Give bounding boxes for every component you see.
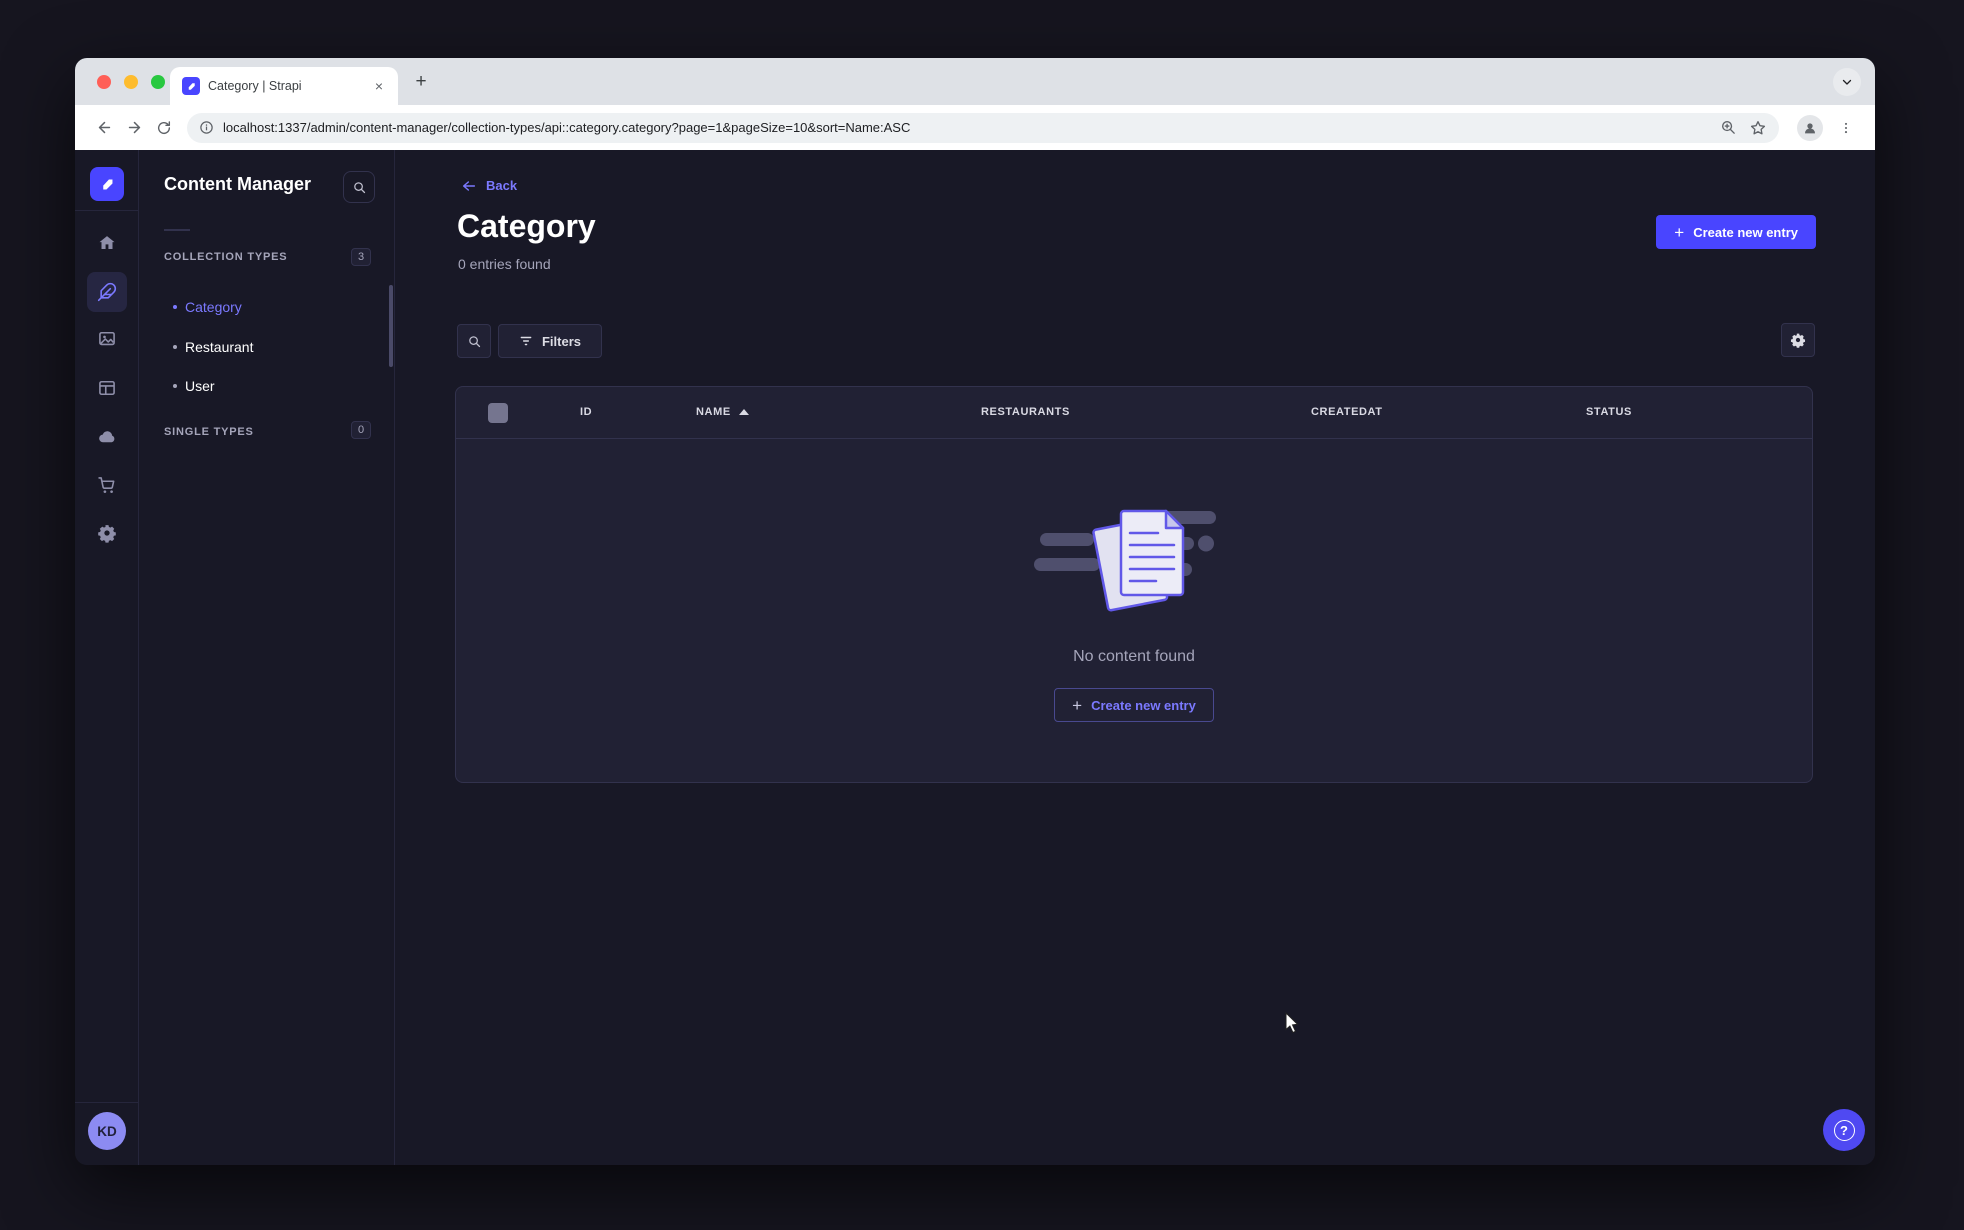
table-settings-button[interactable] — [1781, 323, 1815, 357]
minimize-window-button[interactable] — [124, 75, 138, 89]
bullet-icon — [173, 305, 177, 309]
close-window-button[interactable] — [97, 75, 111, 89]
single-types-label: SINGLE TYPES — [164, 426, 254, 438]
new-tab-button[interactable]: + — [408, 69, 434, 95]
empty-create-label: Create new entry — [1091, 697, 1196, 713]
content-manager-panel: Content Manager COLLECTION TYPES 3 Categ… — [139, 150, 395, 1165]
url-bar[interactable]: localhost:1337/admin/content-manager/col… — [187, 112, 1779, 143]
sidebar-item-content-type-builder[interactable] — [87, 368, 127, 408]
table-header-row: ID NAME RESTAURANTS CREATEDAT STATUS — [456, 387, 1812, 439]
traffic-lights — [97, 75, 165, 89]
filters-label: Filters — [541, 333, 581, 349]
column-header-restaurants[interactable]: RESTAURANTS — [981, 406, 1070, 418]
home-icon — [99, 236, 115, 249]
empty-state: No content found + Create new entry — [456, 439, 1812, 782]
back-arrow-icon — [462, 180, 476, 191]
sidebar-item-settings[interactable] — [87, 513, 127, 553]
back-label: Back — [486, 178, 518, 193]
search-icon — [468, 335, 480, 347]
nav-item-label: User — [185, 378, 215, 394]
panel-title: Content Manager — [164, 174, 312, 194]
select-all-checkbox[interactable] — [488, 403, 508, 423]
site-info-icon[interactable] — [199, 120, 214, 135]
help-button[interactable]: ? — [1823, 1109, 1865, 1151]
panel-scrollbar[interactable] — [389, 285, 393, 367]
url-text[interactable]: localhost:1337/admin/content-manager/col… — [223, 120, 1708, 135]
sidebar-item-home[interactable] — [87, 223, 127, 263]
sidebar-item-marketplace[interactable] — [87, 465, 127, 505]
bullet-icon — [173, 384, 177, 388]
panel-search-button[interactable] — [343, 171, 375, 203]
sidebar-item-content-manager[interactable] — [87, 272, 127, 312]
search-entries-button[interactable] — [457, 324, 491, 358]
single-types-count-badge: 0 — [351, 421, 371, 439]
page-title: Category — [457, 208, 596, 244]
browser-profile-icon[interactable] — [1797, 114, 1823, 141]
user-avatar[interactable]: KD — [88, 1112, 126, 1150]
browser-window: Category | Strapi × + localhost:1337/adm… — [75, 58, 1875, 1165]
create-new-entry-label: Create new entry — [1693, 224, 1798, 240]
tab-search-button[interactable] — [1833, 68, 1861, 96]
column-header-status[interactable]: STATUS — [1586, 406, 1632, 418]
nav-item-label: Restaurant — [185, 339, 254, 355]
settings-gear-icon — [98, 525, 116, 543]
column-header-name[interactable]: NAME — [696, 406, 749, 418]
maximize-window-button[interactable] — [151, 75, 165, 89]
plus-icon: + — [1674, 222, 1685, 242]
marketplace-cart-icon — [98, 477, 115, 493]
tab-title: Category | Strapi — [208, 79, 302, 93]
sidebar-item-media-library[interactable] — [87, 319, 127, 359]
sidebar-item-deploy[interactable] — [87, 416, 127, 456]
empty-create-new-entry-button[interactable]: + Create new entry — [1054, 688, 1214, 722]
media-library-icon — [99, 331, 115, 346]
nav-item-label: Category — [185, 299, 242, 315]
tab-bar: Category | Strapi × + — [75, 58, 1875, 105]
bullet-icon — [173, 345, 177, 349]
gear-icon — [1790, 333, 1806, 348]
sidebar-bottom-divider — [75, 1102, 138, 1103]
back-nav-button[interactable] — [89, 113, 119, 143]
tab-close-icon[interactable]: × — [370, 77, 388, 95]
empty-documents-illustration — [1034, 509, 1216, 612]
chevron-down-icon — [1842, 79, 1852, 85]
filters-button[interactable]: Filters — [498, 324, 602, 358]
back-link[interactable]: Back — [461, 178, 517, 193]
strapi-logo[interactable] — [90, 167, 124, 201]
zoom-page-icon[interactable] — [1720, 119, 1737, 136]
empty-message: No content found — [1073, 648, 1195, 665]
main-content: Back Category 0 entries found + Create n… — [395, 150, 1875, 1165]
column-header-id[interactable]: ID — [580, 406, 592, 418]
search-icon — [353, 181, 365, 193]
browser-tab[interactable]: Category | Strapi × — [170, 67, 398, 105]
create-new-entry-button[interactable]: + Create new entry — [1656, 215, 1816, 249]
sort-asc-icon — [738, 409, 749, 415]
panel-divider — [164, 229, 190, 231]
entries-count: 0 entries found — [458, 256, 551, 272]
sidebar-divider — [75, 210, 138, 211]
entries-table: ID NAME RESTAURANTS CREATEDAT STATUS No … — [455, 386, 1813, 783]
nav-item-category[interactable]: Category — [155, 289, 379, 325]
reload-button[interactable] — [149, 113, 179, 143]
content-type-builder-icon — [99, 380, 115, 396]
mouse-cursor — [1285, 1012, 1299, 1034]
strapi-admin: KD Content Manager COLLECTION TYPES 3 Ca… — [75, 150, 1875, 1165]
main-sidebar: KD — [75, 150, 139, 1165]
cloud-icon — [98, 430, 114, 442]
browser-toolbar: localhost:1337/admin/content-manager/col… — [75, 105, 1875, 150]
strapi-favicon — [182, 77, 200, 95]
nav-item-restaurant[interactable]: Restaurant — [155, 329, 379, 365]
collection-types-label: COLLECTION TYPES — [164, 251, 288, 263]
filter-icon — [520, 336, 532, 346]
nav-item-user[interactable]: User — [155, 368, 379, 404]
collection-types-count-badge: 3 — [351, 248, 371, 266]
bookmark-star-icon[interactable] — [1749, 119, 1767, 137]
browser-menu-icon[interactable] — [1831, 113, 1861, 143]
plus-icon: + — [1072, 695, 1083, 715]
forward-nav-button[interactable] — [119, 113, 149, 143]
column-header-createdat[interactable]: CREATEDAT — [1311, 406, 1383, 418]
content-manager-icon — [97, 282, 117, 302]
question-mark-icon: ? — [1833, 1119, 1855, 1141]
